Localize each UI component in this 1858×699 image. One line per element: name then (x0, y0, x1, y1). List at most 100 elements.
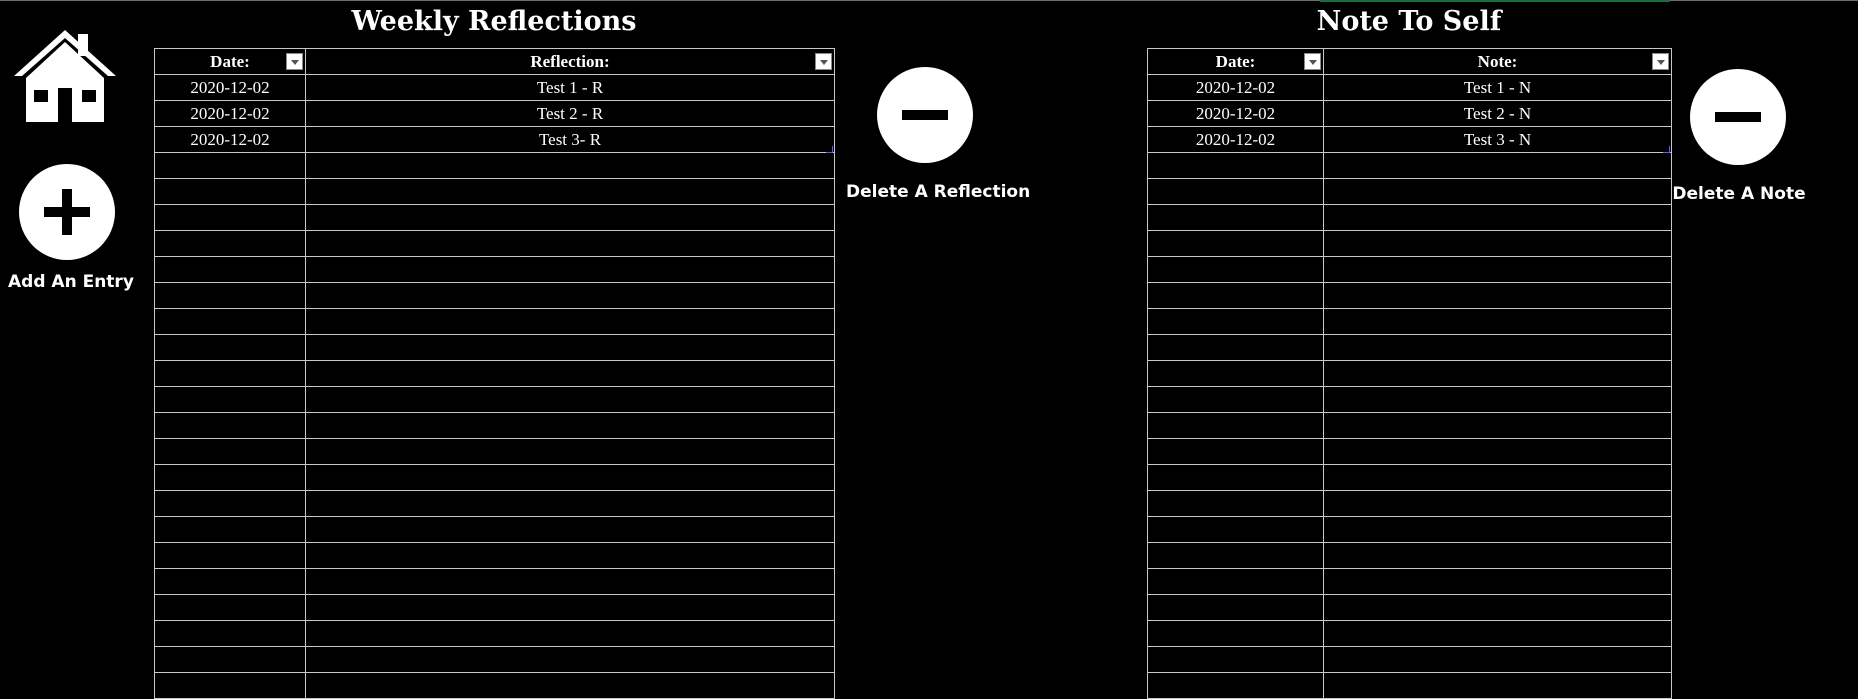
reflection-cell[interactable]: Test 1 - R (305, 74, 835, 101)
reflection-cell[interactable]: Test 3- R (305, 126, 835, 153)
date-cell[interactable] (1147, 386, 1324, 413)
reflection-cell[interactable]: Test 2 - R (305, 100, 835, 127)
reflection-cell[interactable] (305, 256, 835, 283)
date-cell[interactable] (154, 594, 306, 621)
reflection-cell[interactable] (305, 490, 835, 517)
reflection-cell[interactable] (305, 438, 835, 465)
date-cell[interactable] (154, 178, 306, 205)
date-cell[interactable] (154, 360, 306, 387)
reflection-cell[interactable] (305, 620, 835, 647)
filter-dropdown-icon[interactable] (286, 53, 303, 70)
date-cell[interactable]: 2020-12-02 (1147, 74, 1324, 101)
table-resize-handle[interactable] (826, 146, 833, 153)
note-cell[interactable]: Test 2 - N (1323, 100, 1672, 127)
reflection-cell[interactable] (305, 594, 835, 621)
note-cell[interactable]: Test 3 - N (1323, 126, 1672, 153)
reflection-cell[interactable] (305, 672, 835, 699)
note-cell[interactable] (1323, 672, 1672, 699)
date-cell[interactable] (1147, 594, 1324, 621)
note-cell[interactable] (1323, 516, 1672, 543)
table-resize-handle[interactable] (1663, 146, 1670, 153)
date-cell[interactable] (154, 334, 306, 361)
note-cell[interactable] (1323, 438, 1672, 465)
date-cell[interactable] (1147, 516, 1324, 543)
date-cell[interactable] (1147, 256, 1324, 283)
date-cell[interactable] (154, 646, 306, 673)
delete-reflection-label[interactable]: Delete A Reflection (846, 182, 1030, 202)
reflection-cell[interactable] (305, 178, 835, 205)
date-cell[interactable] (154, 490, 306, 517)
note-cell[interactable] (1323, 490, 1672, 517)
reflection-cell[interactable] (305, 230, 835, 257)
note-cell[interactable] (1323, 334, 1672, 361)
date-cell[interactable] (154, 516, 306, 543)
filter-dropdown-icon[interactable] (815, 53, 832, 70)
date-cell[interactable]: 2020-12-02 (154, 100, 306, 127)
date-cell[interactable] (1147, 412, 1324, 439)
reflection-cell[interactable] (305, 516, 835, 543)
date-cell[interactable] (154, 282, 306, 309)
date-cell[interactable] (1147, 152, 1324, 179)
date-cell[interactable] (154, 204, 306, 231)
reflection-cell[interactable] (305, 646, 835, 673)
date-column-header[interactable]: Date: (154, 48, 306, 75)
reflection-cell[interactable] (305, 152, 835, 179)
add-entry-label[interactable]: Add An Entry (8, 272, 134, 292)
date-cell[interactable]: 2020-12-02 (1147, 126, 1324, 153)
date-cell[interactable] (154, 412, 306, 439)
note-cell[interactable] (1323, 542, 1672, 569)
reflection-cell[interactable] (305, 386, 835, 413)
date-cell[interactable] (154, 152, 306, 179)
reflection-cell[interactable] (305, 568, 835, 595)
date-cell[interactable]: 2020-12-02 (154, 74, 306, 101)
date-cell[interactable] (154, 256, 306, 283)
date-cell[interactable] (1147, 178, 1324, 205)
add-entry-button[interactable] (19, 164, 115, 260)
reflection-column-header[interactable]: Reflection: (305, 48, 835, 75)
reflection-cell[interactable] (305, 542, 835, 569)
filter-dropdown-icon[interactable] (1652, 53, 1669, 70)
date-cell[interactable] (154, 230, 306, 257)
reflection-cell[interactable] (305, 204, 835, 231)
reflection-cell[interactable] (305, 412, 835, 439)
date-cell[interactable] (1147, 672, 1324, 699)
date-cell[interactable]: 2020-12-02 (1147, 100, 1324, 127)
date-cell[interactable] (1147, 282, 1324, 309)
note-cell[interactable] (1323, 464, 1672, 491)
date-cell[interactable] (1147, 646, 1324, 673)
date-cell[interactable] (154, 672, 306, 699)
note-cell[interactable] (1323, 204, 1672, 231)
date-cell[interactable] (154, 386, 306, 413)
note-cell[interactable] (1323, 412, 1672, 439)
date-cell[interactable] (154, 438, 306, 465)
note-cell[interactable] (1323, 386, 1672, 413)
reflection-cell[interactable] (305, 464, 835, 491)
note-cell[interactable] (1323, 256, 1672, 283)
note-cell[interactable]: Test 1 - N (1323, 74, 1672, 101)
date-cell[interactable] (154, 620, 306, 647)
delete-reflection-button[interactable] (877, 67, 973, 163)
date-cell[interactable] (1147, 464, 1324, 491)
note-cell[interactable] (1323, 620, 1672, 647)
date-cell[interactable] (154, 568, 306, 595)
date-cell[interactable] (1147, 542, 1324, 569)
note-column-header[interactable]: Note: (1323, 48, 1672, 75)
note-cell[interactable] (1323, 152, 1672, 179)
note-cell[interactable] (1323, 282, 1672, 309)
date-cell[interactable] (154, 542, 306, 569)
note-cell[interactable] (1323, 308, 1672, 335)
date-cell[interactable] (1147, 230, 1324, 257)
date-cell[interactable] (1147, 360, 1324, 387)
note-cell[interactable] (1323, 646, 1672, 673)
note-cell[interactable] (1323, 360, 1672, 387)
note-cell[interactable] (1323, 594, 1672, 621)
date-column-header[interactable]: Date: (1147, 48, 1324, 75)
date-cell[interactable] (1147, 204, 1324, 231)
filter-dropdown-icon[interactable] (1304, 53, 1321, 70)
date-cell[interactable] (1147, 334, 1324, 361)
date-cell[interactable] (154, 308, 306, 335)
reflection-cell[interactable] (305, 282, 835, 309)
date-cell[interactable] (154, 464, 306, 491)
date-cell[interactable] (1147, 568, 1324, 595)
date-cell[interactable]: 2020-12-02 (154, 126, 306, 153)
